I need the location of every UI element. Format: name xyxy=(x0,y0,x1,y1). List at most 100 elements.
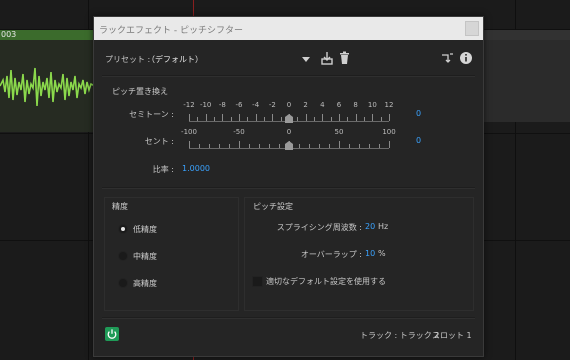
slider-minor-tick xyxy=(264,117,265,121)
section-title-pitch-transpose: ピッチ置き換え xyxy=(112,87,168,96)
save-icon xyxy=(321,52,333,65)
slider-tick-label: 0 xyxy=(286,128,292,136)
slider-minor-tick xyxy=(314,117,315,121)
slider-thumb[interactable] xyxy=(285,114,293,123)
cents-slider[interactable]: -100 -50 0 50 100 xyxy=(181,128,396,162)
radio-label: 低精度 xyxy=(133,225,157,234)
slider-major-tick xyxy=(222,114,224,121)
overlap-label: オーバーラップ : xyxy=(300,250,362,259)
preset-toolbar: プリセット : （デフォルト） xyxy=(94,47,483,71)
slider-minor-tick xyxy=(364,117,365,121)
slider-minor-tick xyxy=(297,117,299,121)
waveform xyxy=(0,67,96,107)
slider-tick-label: 6 xyxy=(336,101,342,109)
preset-value: （デフォルト） xyxy=(147,55,203,64)
audio-clip-header xyxy=(482,30,570,40)
slider-minor-tick xyxy=(247,117,249,121)
radio-label: 中精度 xyxy=(133,252,157,261)
slider-tick-label: -6 xyxy=(235,101,243,109)
splicing-frequency-label: スプライシング周波数 : xyxy=(276,223,362,232)
track-info: トラック : トラック 2 xyxy=(360,331,440,340)
slider-minor-tick xyxy=(249,144,250,148)
audio-clip-header[interactable]: 003 xyxy=(0,30,95,40)
info-icon xyxy=(460,52,472,64)
slider-tick-label: -2 xyxy=(268,101,276,109)
clip-label: 003 xyxy=(1,30,17,39)
slider-tick-label: -10 xyxy=(199,101,212,109)
slider-tick-label: 4 xyxy=(320,101,325,109)
slider-thumb[interactable] xyxy=(285,141,293,150)
chevron-down-icon xyxy=(302,57,310,62)
slider-minor-tick xyxy=(197,117,199,121)
audio-clip[interactable] xyxy=(482,30,570,122)
slider-minor-tick xyxy=(347,117,349,121)
slider-minor-tick xyxy=(214,117,215,121)
radio-dot xyxy=(118,278,128,288)
slider-major-tick xyxy=(189,114,190,121)
slider-minor-tick xyxy=(379,144,380,148)
slider-major-tick xyxy=(355,114,357,121)
slider-tick-label: 0 xyxy=(286,101,292,109)
slider-minor-tick xyxy=(369,144,370,148)
ratio-label: 比率 : xyxy=(152,165,174,174)
slider-minor-tick xyxy=(280,117,282,121)
power-toggle-button[interactable] xyxy=(105,327,119,341)
slider-tick-label: -12 xyxy=(183,101,195,109)
semitone-value[interactable]: 0 xyxy=(416,109,421,118)
slider-tick-label: 50 xyxy=(334,128,344,136)
slot-info: スロット 1 xyxy=(432,331,472,340)
slider-tick-label: 2 xyxy=(303,101,308,109)
slider-minor-tick xyxy=(269,144,270,148)
section-title-pitch-settings: ピッチ設定 xyxy=(253,202,293,211)
divider xyxy=(102,75,475,77)
slider-minor-tick xyxy=(229,144,230,148)
slider-minor-tick xyxy=(309,144,310,148)
slider-minor-tick xyxy=(279,144,280,148)
slider-major-tick xyxy=(239,141,240,148)
channel-routing-button[interactable] xyxy=(440,50,454,66)
slider-major-tick xyxy=(339,141,340,148)
section-title-precision: 精度 xyxy=(112,202,128,211)
divider xyxy=(102,187,475,189)
slider-major-tick xyxy=(239,114,240,121)
divider xyxy=(102,317,475,319)
use-default-settings-checkbox[interactable] xyxy=(252,276,263,287)
slider-major-tick xyxy=(205,114,207,121)
audio-clip[interactable] xyxy=(0,40,96,132)
dialog-titlebar[interactable]: ラックエフェクト - ピッチシフター xyxy=(94,17,483,40)
slider-minor-tick xyxy=(329,144,330,148)
preset-dropdown[interactable]: （デフォルト） xyxy=(144,49,312,69)
radio-dot xyxy=(118,251,128,261)
delete-preset-button[interactable] xyxy=(338,50,352,66)
slider-major-tick xyxy=(272,114,274,121)
power-icon xyxy=(107,329,117,339)
slider-tick-label: 8 xyxy=(353,101,358,109)
semitone-label: セミトーン : xyxy=(129,110,174,119)
close-button[interactable] xyxy=(465,21,479,36)
pitch-shifter-dialog: ラックエフェクト - ピッチシフター プリセット : （デフォルト） ピッチ置き… xyxy=(93,16,484,357)
splicing-frequency-value[interactable]: 20 xyxy=(365,222,375,231)
slider-minor-tick xyxy=(209,144,210,148)
radio-label: 高精度 xyxy=(133,279,157,288)
slider-minor-tick xyxy=(319,144,320,148)
info-button[interactable] xyxy=(459,50,473,66)
dialog-title: ラックエフェクト - ピッチシフター xyxy=(99,26,243,36)
overlap-value[interactable]: 10 xyxy=(365,249,375,258)
cents-value[interactable]: 0 xyxy=(416,136,421,145)
slider-minor-tick xyxy=(219,144,220,148)
cents-label: セント : xyxy=(144,137,174,146)
overlap-unit: % xyxy=(378,249,386,258)
slider-tick-label: 12 xyxy=(384,101,394,109)
save-preset-button[interactable] xyxy=(320,50,334,66)
routing-icon xyxy=(442,53,453,63)
radio-dot xyxy=(118,224,128,234)
slider-tick-label: -50 xyxy=(233,128,245,136)
slider-major-tick xyxy=(322,114,324,121)
slider-minor-tick xyxy=(359,144,360,148)
slider-tick-label: -100 xyxy=(181,128,197,136)
slider-minor-tick xyxy=(230,117,232,121)
slider-minor-tick xyxy=(380,117,382,121)
slider-major-tick xyxy=(189,141,190,148)
slider-major-tick xyxy=(305,114,307,121)
trash-icon xyxy=(340,51,349,64)
